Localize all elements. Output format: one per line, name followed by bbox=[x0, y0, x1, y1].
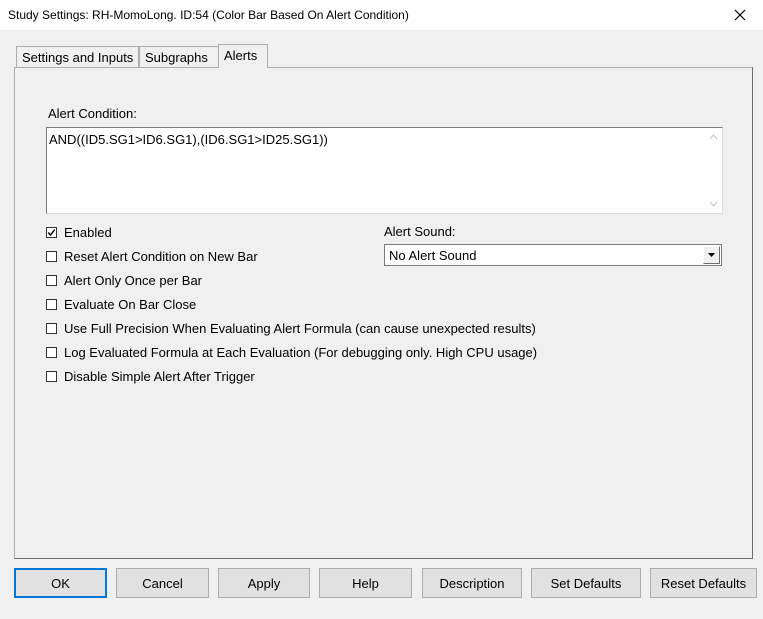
checkbox-box[interactable] bbox=[46, 274, 57, 286]
checkbox-box[interactable] bbox=[46, 322, 57, 334]
alert-sound-value: No Alert Sound bbox=[389, 248, 477, 263]
apply-button[interactable]: Apply bbox=[218, 568, 310, 598]
close-icon bbox=[734, 9, 746, 21]
dropdown-button[interactable] bbox=[703, 246, 720, 264]
title-bar: Study Settings: RH-MomoLong. ID:54 (Colo… bbox=[0, 0, 763, 30]
checkbox-label: Reset Alert Condition on New Bar bbox=[64, 248, 258, 264]
checkbox-box[interactable] bbox=[46, 346, 57, 358]
checkbox-label: Log Evaluated Formula at Each Evaluation… bbox=[64, 344, 538, 360]
alert-condition-text: AND((ID5.SG1>ID6.SG1),(ID6.SG1>ID25.SG1)… bbox=[49, 132, 328, 147]
enabled-checkbox[interactable]: Enabled bbox=[46, 224, 112, 240]
description-button[interactable]: Description bbox=[422, 568, 522, 598]
help-button[interactable]: Help bbox=[319, 568, 412, 598]
scroll-up-icon[interactable] bbox=[709, 134, 718, 140]
alert-sound-select[interactable]: No Alert Sound bbox=[384, 244, 722, 266]
checkbox-box[interactable] bbox=[46, 370, 57, 382]
alert-condition-label: Alert Condition: bbox=[48, 106, 137, 121]
tab-label: Alerts bbox=[224, 48, 258, 63]
full-precision-checkbox[interactable]: Use Full Precision When Evaluating Alert… bbox=[46, 320, 536, 336]
chevron-down-icon bbox=[708, 253, 715, 257]
checkbox-label: Use Full Precision When Evaluating Alert… bbox=[64, 320, 536, 336]
reset-alert-condition-checkbox[interactable]: Reset Alert Condition on New Bar bbox=[46, 248, 258, 264]
alert-sound-label: Alert Sound: bbox=[384, 224, 456, 239]
tab-subgraphs[interactable]: Subgraphs bbox=[139, 46, 219, 67]
reset-defaults-button[interactable]: Reset Defaults bbox=[650, 568, 757, 598]
close-button[interactable] bbox=[717, 0, 763, 30]
checkbox-label: Enabled bbox=[64, 224, 112, 240]
tab-label: Subgraphs bbox=[145, 50, 208, 65]
alert-condition-input[interactable]: AND((ID5.SG1>ID6.SG1),(ID6.SG1>ID25.SG1)… bbox=[46, 127, 723, 214]
cancel-button[interactable]: Cancel bbox=[116, 568, 209, 598]
checkbox-box[interactable] bbox=[46, 226, 57, 238]
scroll-down-icon[interactable] bbox=[709, 201, 718, 207]
evaluate-on-bar-close-checkbox[interactable]: Evaluate On Bar Close bbox=[46, 296, 196, 312]
tab-alerts[interactable]: Alerts bbox=[218, 44, 268, 68]
checkbox-label: Evaluate On Bar Close bbox=[64, 296, 197, 312]
checkbox-label: Disable Simple Alert After Trigger bbox=[64, 368, 255, 384]
ok-button[interactable]: OK bbox=[14, 568, 107, 598]
alert-only-once-checkbox[interactable]: Alert Only Once per Bar bbox=[46, 272, 202, 288]
checkbox-box[interactable] bbox=[46, 250, 57, 262]
checkbox-box[interactable] bbox=[46, 298, 57, 310]
log-evaluated-formula-checkbox[interactable]: Log Evaluated Formula at Each Evaluation… bbox=[46, 344, 537, 360]
tab-settings-and-inputs[interactable]: Settings and Inputs bbox=[16, 46, 139, 67]
vertical-scrollbar[interactable] bbox=[705, 128, 722, 213]
set-defaults-button[interactable]: Set Defaults bbox=[531, 568, 641, 598]
window-title: Study Settings: RH-MomoLong. ID:54 (Colo… bbox=[8, 8, 409, 22]
disable-simple-alert-checkbox[interactable]: Disable Simple Alert After Trigger bbox=[46, 368, 255, 384]
tab-label: Settings and Inputs bbox=[22, 50, 134, 65]
checkmark-icon bbox=[47, 228, 56, 236]
checkbox-label: Alert Only Once per Bar bbox=[64, 272, 202, 288]
